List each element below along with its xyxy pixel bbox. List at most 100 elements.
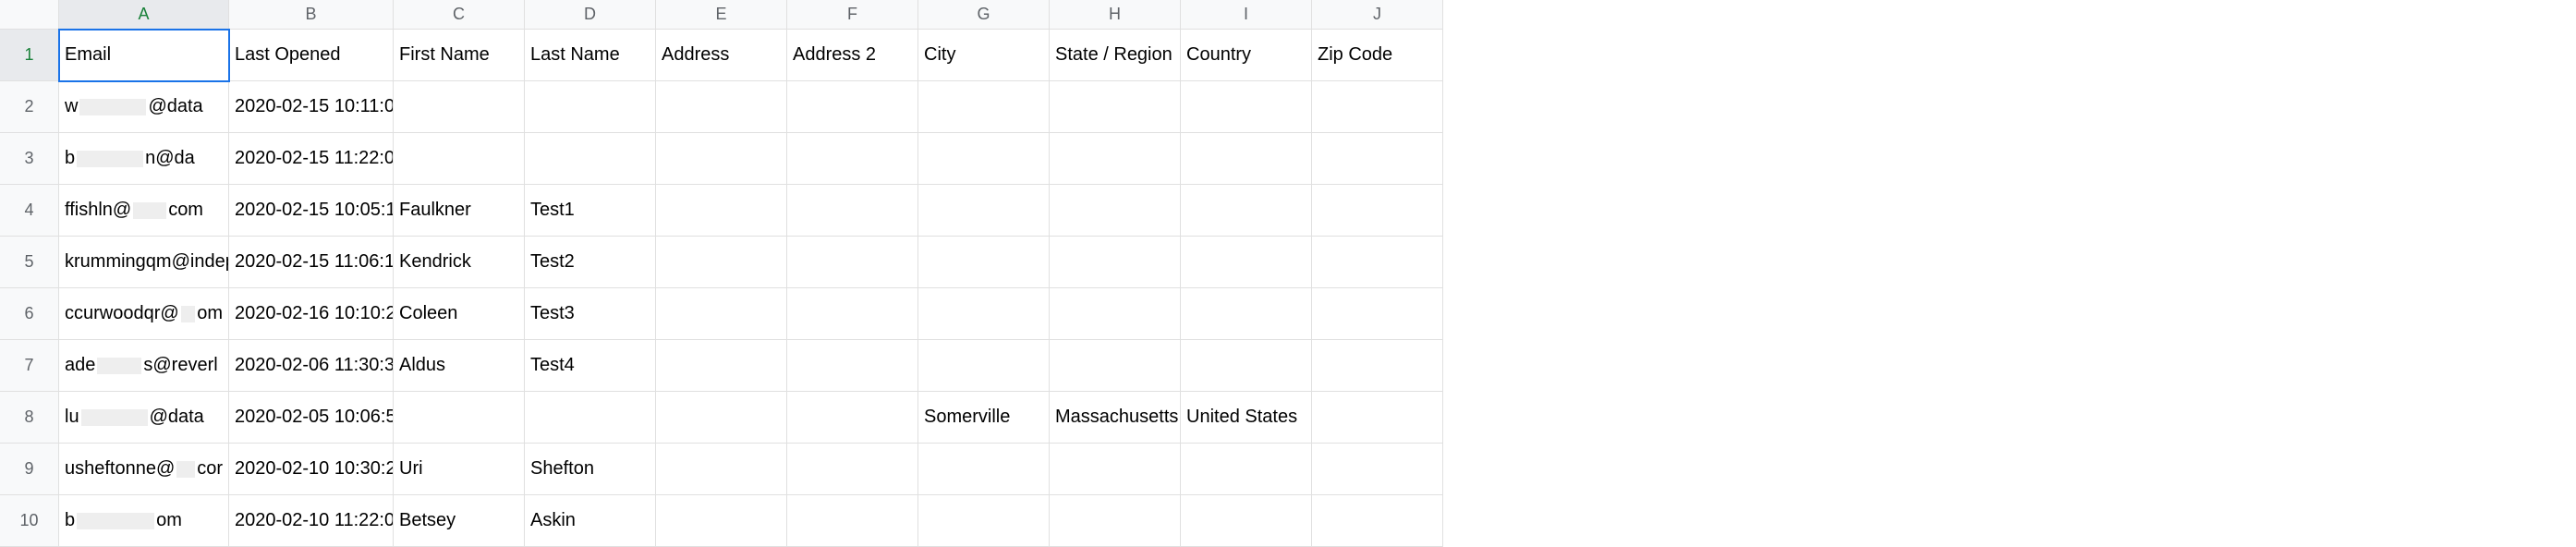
cell-e9[interactable] bbox=[656, 444, 787, 495]
cell-f5[interactable] bbox=[787, 237, 918, 288]
cell-b5[interactable]: 2020-02-15 11:06:15 bbox=[229, 237, 394, 288]
cell-h9[interactable] bbox=[1050, 444, 1181, 495]
cell-a6[interactable]: ccurwoodqr@om bbox=[59, 288, 229, 340]
cell-d2[interactable] bbox=[525, 81, 656, 133]
cell-b6[interactable]: 2020-02-16 10:10:22 bbox=[229, 288, 394, 340]
row-header-3[interactable]: 3 bbox=[0, 133, 59, 185]
cell-a1[interactable]: Email bbox=[59, 30, 229, 81]
cell-c5[interactable]: Kendrick bbox=[394, 237, 525, 288]
cell-a7[interactable]: ades@reverl bbox=[59, 340, 229, 392]
cell-g10[interactable] bbox=[918, 495, 1050, 547]
cell-a9[interactable]: usheftonne@cor bbox=[59, 444, 229, 495]
cell-f4[interactable] bbox=[787, 185, 918, 237]
cell-f10[interactable] bbox=[787, 495, 918, 547]
cell-g9[interactable] bbox=[918, 444, 1050, 495]
cell-e3[interactable] bbox=[656, 133, 787, 185]
cell-f7[interactable] bbox=[787, 340, 918, 392]
cell-h7[interactable] bbox=[1050, 340, 1181, 392]
cell-c3[interactable] bbox=[394, 133, 525, 185]
cell-j10[interactable] bbox=[1312, 495, 1443, 547]
cell-j3[interactable] bbox=[1312, 133, 1443, 185]
cell-j5[interactable] bbox=[1312, 237, 1443, 288]
cell-c4[interactable]: Faulkner bbox=[394, 185, 525, 237]
row-header-9[interactable]: 9 bbox=[0, 444, 59, 495]
cell-a5[interactable]: krummingqm@indepe bbox=[59, 237, 229, 288]
cell-f3[interactable] bbox=[787, 133, 918, 185]
cell-b1[interactable]: Last Opened bbox=[229, 30, 394, 81]
column-header-g[interactable]: G bbox=[918, 0, 1050, 30]
cell-e8[interactable] bbox=[656, 392, 787, 444]
cell-g8[interactable]: Somerville bbox=[918, 392, 1050, 444]
cell-i1[interactable]: Country bbox=[1181, 30, 1312, 81]
cell-h6[interactable] bbox=[1050, 288, 1181, 340]
cell-a8[interactable]: lu@data bbox=[59, 392, 229, 444]
cell-d5[interactable]: Test2 bbox=[525, 237, 656, 288]
cell-j1[interactable]: Zip Code bbox=[1312, 30, 1443, 81]
column-header-e[interactable]: E bbox=[656, 0, 787, 30]
cell-i8[interactable]: United States bbox=[1181, 392, 1312, 444]
cell-e7[interactable] bbox=[656, 340, 787, 392]
cell-b7[interactable]: 2020-02-06 11:30:33 bbox=[229, 340, 394, 392]
cell-g1[interactable]: City bbox=[918, 30, 1050, 81]
cell-c2[interactable] bbox=[394, 81, 525, 133]
cell-i6[interactable] bbox=[1181, 288, 1312, 340]
cell-i2[interactable] bbox=[1181, 81, 1312, 133]
cell-d7[interactable]: Test4 bbox=[525, 340, 656, 392]
cell-g6[interactable] bbox=[918, 288, 1050, 340]
cell-c10[interactable]: Betsey bbox=[394, 495, 525, 547]
cell-e2[interactable] bbox=[656, 81, 787, 133]
column-header-f[interactable]: F bbox=[787, 0, 918, 30]
cell-d3[interactable] bbox=[525, 133, 656, 185]
cell-i7[interactable] bbox=[1181, 340, 1312, 392]
cell-g2[interactable] bbox=[918, 81, 1050, 133]
cell-g4[interactable] bbox=[918, 185, 1050, 237]
cell-d1[interactable]: Last Name bbox=[525, 30, 656, 81]
cell-e1[interactable]: Address bbox=[656, 30, 787, 81]
cell-h3[interactable] bbox=[1050, 133, 1181, 185]
cell-h10[interactable] bbox=[1050, 495, 1181, 547]
cell-h1[interactable]: State / Region bbox=[1050, 30, 1181, 81]
row-header-1[interactable]: 1 bbox=[0, 30, 59, 81]
cell-g5[interactable] bbox=[918, 237, 1050, 288]
cell-j2[interactable] bbox=[1312, 81, 1443, 133]
cell-j4[interactable] bbox=[1312, 185, 1443, 237]
cell-j7[interactable] bbox=[1312, 340, 1443, 392]
cell-d9[interactable]: Shefton bbox=[525, 444, 656, 495]
row-header-6[interactable]: 6 bbox=[0, 288, 59, 340]
cell-a3[interactable]: bn@da bbox=[59, 133, 229, 185]
cell-b10[interactable]: 2020-02-10 11:22:03 bbox=[229, 495, 394, 547]
cell-d8[interactable] bbox=[525, 392, 656, 444]
cell-h5[interactable] bbox=[1050, 237, 1181, 288]
cell-f6[interactable] bbox=[787, 288, 918, 340]
cell-h2[interactable] bbox=[1050, 81, 1181, 133]
column-header-b[interactable]: B bbox=[229, 0, 394, 30]
cell-b8[interactable]: 2020-02-05 10:06:55 bbox=[229, 392, 394, 444]
column-header-c[interactable]: C bbox=[394, 0, 525, 30]
cell-e4[interactable] bbox=[656, 185, 787, 237]
cell-i10[interactable] bbox=[1181, 495, 1312, 547]
cell-i9[interactable] bbox=[1181, 444, 1312, 495]
row-header-7[interactable]: 7 bbox=[0, 340, 59, 392]
cell-c7[interactable]: Aldus bbox=[394, 340, 525, 392]
cell-i5[interactable] bbox=[1181, 237, 1312, 288]
cell-b3[interactable]: 2020-02-15 11:22:04 bbox=[229, 133, 394, 185]
cell-j8[interactable] bbox=[1312, 392, 1443, 444]
cell-h4[interactable] bbox=[1050, 185, 1181, 237]
column-header-j[interactable]: J bbox=[1312, 0, 1443, 30]
column-header-d[interactable]: D bbox=[525, 0, 656, 30]
cell-c1[interactable]: First Name bbox=[394, 30, 525, 81]
cell-c9[interactable]: Uri bbox=[394, 444, 525, 495]
row-header-10[interactable]: 10 bbox=[0, 495, 59, 547]
row-header-2[interactable]: 2 bbox=[0, 81, 59, 133]
cell-e6[interactable] bbox=[656, 288, 787, 340]
cell-i3[interactable] bbox=[1181, 133, 1312, 185]
column-header-h[interactable]: H bbox=[1050, 0, 1181, 30]
cell-d6[interactable]: Test3 bbox=[525, 288, 656, 340]
cell-d10[interactable]: Askin bbox=[525, 495, 656, 547]
cell-a4[interactable]: ffishln@com bbox=[59, 185, 229, 237]
cell-c6[interactable]: Coleen bbox=[394, 288, 525, 340]
cell-a2[interactable]: w@data bbox=[59, 81, 229, 133]
select-all-corner[interactable] bbox=[0, 0, 59, 30]
cell-e5[interactable] bbox=[656, 237, 787, 288]
cell-f2[interactable] bbox=[787, 81, 918, 133]
